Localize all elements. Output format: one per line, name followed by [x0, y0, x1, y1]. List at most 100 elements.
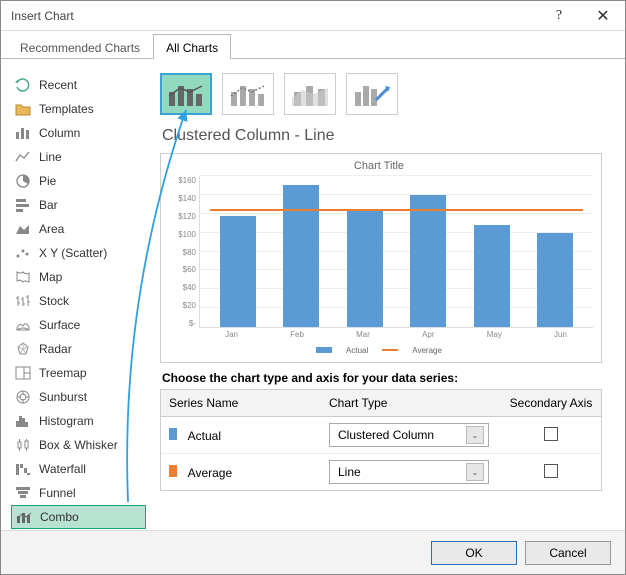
sidebar-item-bar[interactable]: Bar	[11, 193, 146, 217]
dialog-title: Insert Chart	[11, 9, 537, 23]
scatter-icon	[15, 245, 31, 261]
sidebar-item-surface[interactable]: Surface	[11, 313, 146, 337]
sidebar-item-label: Bar	[39, 198, 58, 212]
subtype-icon	[352, 78, 392, 110]
close-button[interactable]: ✕	[581, 1, 625, 31]
tab-recommended-charts[interactable]: Recommended Charts	[7, 34, 153, 59]
funnel-icon	[15, 485, 31, 501]
sidebar-item-label: Column	[39, 126, 80, 140]
waterfall-icon	[15, 461, 31, 477]
sidebar-item-label: Line	[39, 150, 62, 164]
sidebar-item-label: Radar	[39, 342, 72, 356]
insert-chart-dialog: Insert Chart ? ✕ Recommended Charts All …	[0, 0, 626, 575]
subtype-icon	[290, 78, 330, 110]
chart-type-dropdown-actual[interactable]: Clustered Column ⌄	[329, 423, 489, 447]
surface-icon	[15, 317, 31, 333]
sidebar-item-label: Treemap	[39, 366, 87, 380]
sidebar-item-line[interactable]: Line	[11, 145, 146, 169]
series-color-swatch	[169, 428, 177, 440]
sidebar-item-label: Box & Whisker	[39, 438, 118, 452]
sidebar-item-templates[interactable]: Templates	[11, 97, 146, 121]
sidebar-item-waterfall[interactable]: Waterfall	[11, 457, 146, 481]
sidebar-item-label: Map	[39, 270, 62, 284]
sidebar-item-combo[interactable]: Combo	[11, 505, 146, 529]
chart-preview[interactable]: Chart Title $160 $140 $120 $100 $80 $60 …	[160, 153, 602, 363]
chart-subtype-row	[160, 73, 615, 123]
subtype-icon	[228, 78, 268, 110]
sidebar-item-label: X Y (Scatter)	[39, 246, 107, 260]
line-icon	[15, 149, 31, 165]
sidebar-item-label: Area	[39, 222, 64, 236]
series-name-cell: Actual	[161, 422, 321, 449]
chart-type-dropdown-average[interactable]: Line ⌄	[329, 460, 489, 484]
box-whisker-icon	[15, 437, 31, 453]
sidebar-item-histogram[interactable]: Histogram	[11, 409, 146, 433]
sidebar-item-radar[interactable]: Radar	[11, 337, 146, 361]
sidebar-item-label: Waterfall	[39, 462, 86, 476]
bar-icon	[15, 197, 31, 213]
main-panel: Clustered Column - Line Chart Title $160…	[146, 67, 615, 530]
dialog-footer: OK Cancel	[1, 530, 625, 574]
area-icon	[15, 221, 31, 237]
templates-icon	[15, 101, 31, 117]
map-icon	[15, 269, 31, 285]
series-color-swatch	[169, 465, 177, 477]
sidebar-item-recent[interactable]: Recent	[11, 73, 146, 97]
secondary-axis-checkbox-actual[interactable]	[544, 427, 558, 441]
sidebar-item-pie[interactable]: Pie	[11, 169, 146, 193]
y-axis: $160 $140 $120 $100 $80 $60 $40 $20 $-	[165, 176, 199, 328]
header-chart-type: Chart Type	[321, 390, 501, 416]
x-axis: Jan Feb Mar Apr May Jun	[165, 328, 593, 342]
series-row-actual: Actual Clustered Column ⌄	[161, 417, 601, 454]
subtype-clustered-column-line[interactable]	[160, 73, 212, 115]
stock-icon	[15, 293, 31, 309]
recent-icon	[15, 77, 31, 93]
secondary-axis-checkbox-average[interactable]	[544, 464, 558, 478]
help-button[interactable]: ?	[537, 1, 581, 31]
chart-type-sidebar: Recent Templates Column Line Pie Bar	[1, 67, 146, 530]
plot-region	[199, 176, 593, 328]
sidebar-item-area[interactable]: Area	[11, 217, 146, 241]
series-name-cell: Average	[161, 459, 321, 486]
series-table: Series Name Chart Type Secondary Axis Ac…	[160, 389, 602, 491]
cancel-button[interactable]: Cancel	[525, 541, 611, 565]
sidebar-item-sunburst[interactable]: Sunburst	[11, 385, 146, 409]
legend-swatch-actual	[316, 347, 332, 353]
close-icon: ✕	[596, 6, 609, 26]
chevron-down-icon: ⌄	[466, 426, 484, 444]
column-icon	[15, 125, 31, 141]
sidebar-item-label: Funnel	[39, 486, 76, 500]
sidebar-item-label: Sunburst	[39, 390, 87, 404]
subtype-clustered-column-line-secondary[interactable]	[222, 73, 274, 115]
combo-icon	[16, 509, 32, 525]
sunburst-icon	[15, 389, 31, 405]
dialog-body: Recent Templates Column Line Pie Bar	[1, 59, 625, 530]
sidebar-item-funnel[interactable]: Funnel	[11, 481, 146, 505]
sidebar-item-xy-scatter[interactable]: X Y (Scatter)	[11, 241, 146, 265]
sidebar-item-treemap[interactable]: Treemap	[11, 361, 146, 385]
subtype-custom-combo[interactable]	[346, 73, 398, 115]
sidebar-item-label: Recent	[39, 78, 77, 92]
sidebar-item-label: Pie	[39, 174, 56, 188]
sidebar-item-label: Templates	[39, 102, 94, 116]
sidebar-item-stock[interactable]: Stock	[11, 289, 146, 313]
subtype-icon	[166, 78, 206, 110]
sidebar-item-label: Histogram	[39, 414, 94, 428]
chart-plot-area: $160 $140 $120 $100 $80 $60 $40 $20 $-	[165, 176, 593, 328]
sidebar-item-box-whisker[interactable]: Box & Whisker	[11, 433, 146, 457]
ok-button[interactable]: OK	[431, 541, 517, 565]
legend-swatch-average	[382, 349, 398, 351]
histogram-icon	[15, 413, 31, 429]
chart-legend: Actual Average	[165, 342, 593, 358]
sidebar-item-label: Stock	[39, 294, 69, 308]
titlebar: Insert Chart ? ✕	[1, 1, 625, 31]
radar-icon	[15, 341, 31, 357]
pie-icon	[15, 173, 31, 189]
series-row-average: Average Line ⌄	[161, 454, 601, 490]
tab-all-charts[interactable]: All Charts	[153, 34, 231, 59]
header-series-name: Series Name	[161, 390, 321, 416]
sidebar-item-map[interactable]: Map	[11, 265, 146, 289]
chevron-down-icon: ⌄	[466, 463, 484, 481]
subtype-stacked-area-column[interactable]	[284, 73, 336, 115]
sidebar-item-column[interactable]: Column	[11, 121, 146, 145]
